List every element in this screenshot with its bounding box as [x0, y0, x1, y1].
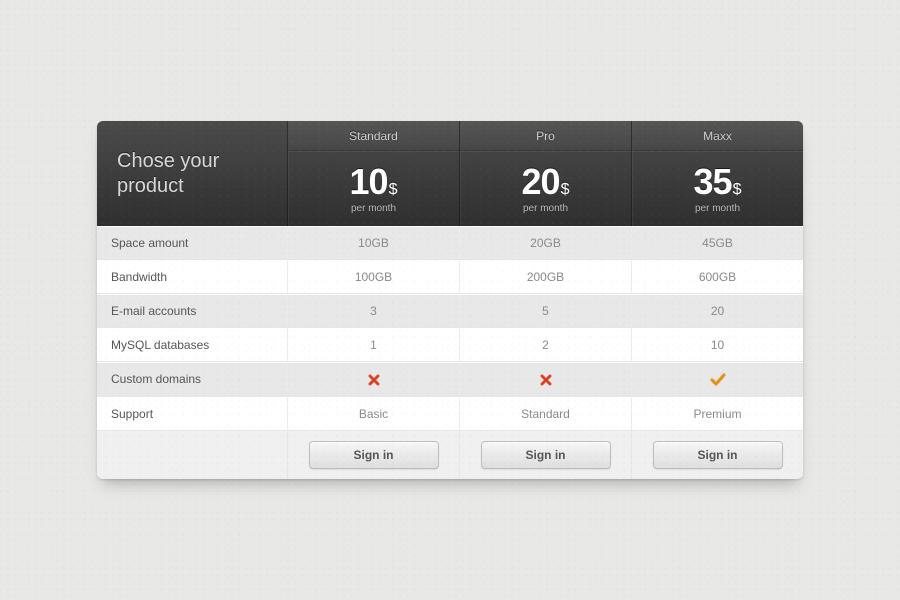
billing-period: per month: [695, 203, 740, 226]
feature-cell: 20GB: [459, 226, 631, 260]
footer-cell: Sign in: [459, 431, 631, 479]
signin-button-pro[interactable]: Sign in: [481, 441, 611, 469]
feature-label: E-mail accounts: [97, 294, 287, 328]
plan-header-maxx: Maxx 35 $ per month: [631, 121, 803, 226]
billing-period: per month: [523, 203, 568, 226]
feature-cell: [631, 362, 803, 397]
feature-cell: [287, 362, 459, 397]
plan-name: Standard: [288, 121, 459, 151]
price-value: 35: [694, 161, 732, 203]
plan-price: 35 $: [694, 151, 742, 205]
feature-cell: 10GB: [287, 226, 459, 260]
cross-icon: [539, 373, 553, 387]
footer-spacer: [97, 431, 287, 479]
footer-cell: Sign in: [631, 431, 803, 479]
feature-cell: 1: [287, 328, 459, 362]
pricing-header: Chose your product Standard 10 $ per mon…: [97, 121, 803, 226]
feature-cell: 100GB: [287, 260, 459, 294]
check-icon: [710, 373, 726, 387]
feature-cell: 3: [287, 294, 459, 328]
feature-label: Bandwidth: [97, 260, 287, 294]
billing-period: per month: [351, 203, 396, 226]
feature-cell: 600GB: [631, 260, 803, 294]
feature-cell: Premium: [631, 397, 803, 431]
feature-label: Custom domains: [97, 362, 287, 397]
cross-icon: [367, 373, 381, 387]
footer-cell: Sign in: [287, 431, 459, 479]
feature-grid: Space amount10GB20GB45GBBandwidth100GB20…: [97, 226, 803, 431]
currency-symbol: $: [733, 181, 742, 199]
title-text: Chose your product: [117, 149, 267, 199]
feature-cell: 5: [459, 294, 631, 328]
feature-label: MySQL databases: [97, 328, 287, 362]
plan-header-pro: Pro 20 $ per month: [459, 121, 631, 226]
page-title: Chose your product: [97, 121, 287, 226]
pricing-footer: Sign in Sign in Sign in: [97, 431, 803, 479]
plan-header-standard: Standard 10 $ per month: [287, 121, 459, 226]
currency-symbol: $: [561, 181, 570, 199]
feature-label: Support: [97, 397, 287, 431]
feature-cell: 10: [631, 328, 803, 362]
plan-name: Maxx: [632, 121, 803, 151]
plan-price: 20 $: [522, 151, 570, 205]
plan-name: Pro: [460, 121, 631, 151]
signin-button-standard[interactable]: Sign in: [309, 441, 439, 469]
feature-label: Space amount: [97, 226, 287, 260]
feature-cell: Basic: [287, 397, 459, 431]
feature-cell: Standard: [459, 397, 631, 431]
signin-button-maxx[interactable]: Sign in: [653, 441, 783, 469]
price-value: 10: [350, 161, 388, 203]
pricing-table: Chose your product Standard 10 $ per mon…: [97, 121, 803, 479]
price-value: 20: [522, 161, 560, 203]
currency-symbol: $: [389, 181, 398, 199]
plan-price: 10 $: [350, 151, 398, 205]
feature-cell: [459, 362, 631, 397]
feature-cell: 45GB: [631, 226, 803, 260]
feature-cell: 200GB: [459, 260, 631, 294]
feature-cell: 20: [631, 294, 803, 328]
feature-cell: 2: [459, 328, 631, 362]
